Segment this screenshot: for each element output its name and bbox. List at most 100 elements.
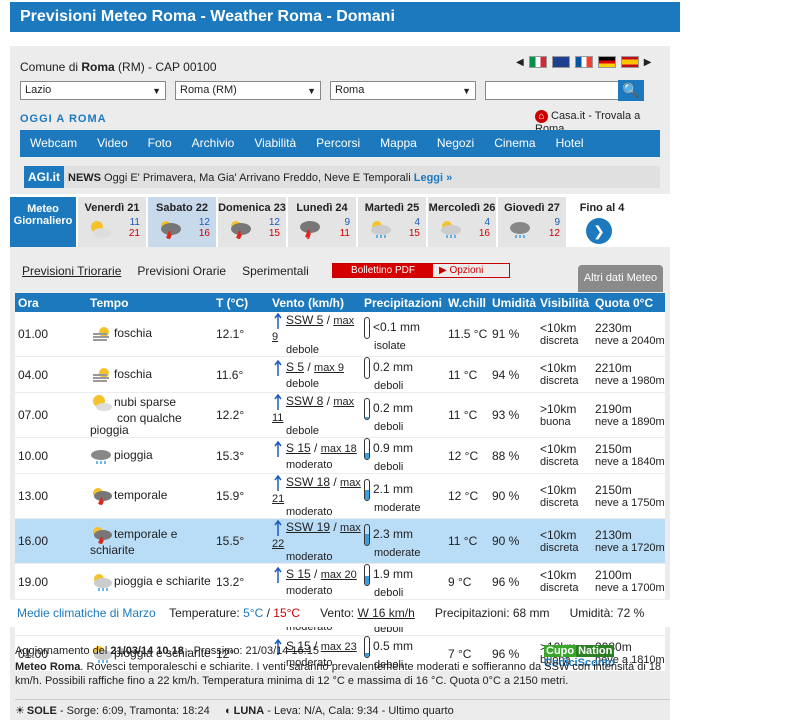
cell-vento: SSW 5 / max 9 debole bbox=[269, 312, 361, 357]
temp-text: 15.9° bbox=[216, 489, 245, 503]
ora-text: 13.00 bbox=[18, 489, 49, 503]
tab-meteo-giornaliero[interactable]: Meteo Giornaliero bbox=[10, 197, 76, 247]
nav-hotel[interactable]: Hotel bbox=[546, 130, 594, 157]
nav-percorsi[interactable]: Percorsi bbox=[306, 130, 370, 157]
day-name: Sabato 22 bbox=[156, 202, 208, 214]
cell-tempo: nubi sparse con qualche pioggia bbox=[87, 392, 213, 438]
vis-text: <10km bbox=[540, 361, 577, 375]
cell-visibilita: >10kmbuona bbox=[537, 392, 592, 438]
day-tab[interactable]: Domenica 23 12 15 bbox=[218, 197, 286, 247]
agi-logo[interactable]: AGI.it bbox=[24, 166, 64, 188]
precip-text: 2.1 mm bbox=[373, 481, 414, 496]
umidita-text: 94 % bbox=[492, 367, 520, 382]
day-max: 12 bbox=[268, 217, 280, 228]
day-tab[interactable]: Lunedì 24 9 11 bbox=[288, 197, 356, 247]
city-value: Roma bbox=[335, 84, 365, 96]
day-name: Giovedì 27 bbox=[504, 202, 560, 214]
nav-foto[interactable]: Foto bbox=[138, 130, 182, 157]
neve-text: neve a 2040m bbox=[595, 334, 665, 347]
tab-previsioni-orarie[interactable]: Previsioni Orarie bbox=[137, 264, 226, 278]
day-tab[interactable]: Giovedì 27 9 12 bbox=[498, 197, 566, 247]
search-input[interactable] bbox=[485, 81, 621, 100]
cell-quota: 2150m neve a 1750m bbox=[592, 473, 665, 519]
flags-next-icon[interactable]: ▶ bbox=[644, 57, 652, 68]
cell-temp: 12.1° bbox=[213, 312, 269, 357]
umidita-text: 96 % bbox=[492, 574, 520, 589]
table-row: 01.00 foschia 12.1° SSW 5 / max 9 debole <0.1… bbox=[15, 312, 665, 357]
table-row: 10.00 pioggia 15.3° S 15 / max 18 moderato 0.… bbox=[15, 437, 665, 474]
bollettino-bar: Bollettino PDF ▶ Opzioni bbox=[332, 263, 510, 278]
day-tab[interactable]: Mercoledì 26 4 16 bbox=[428, 197, 496, 247]
nav-archivio[interactable]: Archivio bbox=[182, 130, 245, 157]
col-visibilita: Visibilità bbox=[537, 293, 592, 312]
cell-umidita: 96 % bbox=[489, 563, 537, 600]
umidita-text: 90 % bbox=[492, 489, 520, 503]
luna-text: - Leva: N/A, Cala: 9:34 - Ultimo quarto bbox=[264, 705, 454, 717]
next-days-button[interactable]: ❯ bbox=[586, 218, 612, 244]
nav-negozi[interactable]: Negozi bbox=[427, 130, 484, 157]
cell-visibilita: <10km discreta bbox=[537, 437, 592, 474]
flags-prev-icon[interactable]: ◀ bbox=[516, 57, 524, 68]
medie-umid: Umidità: 72 % bbox=[569, 606, 645, 620]
nav-viabilita[interactable]: Viabilità bbox=[244, 130, 306, 157]
vis-desc: discreta bbox=[540, 456, 579, 468]
opzioni-button[interactable]: ▶ Opzioni bbox=[433, 264, 483, 277]
ora-text: 16.00 bbox=[18, 534, 49, 548]
province-select[interactable]: Roma (RM) ▼ bbox=[175, 81, 321, 100]
medie-bar: Medie climatiche di Marzo Temperature: 5… bbox=[10, 600, 670, 627]
nav-webcam[interactable]: Webcam bbox=[20, 130, 87, 157]
oggi-a-roma-label[interactable]: OGGI A ROMA bbox=[20, 113, 107, 125]
vento-desc: moderato bbox=[286, 551, 333, 563]
col-wchill: W.chill bbox=[445, 293, 489, 312]
day-max: 4 bbox=[414, 217, 420, 228]
col-quota: Quota 0°C bbox=[592, 293, 665, 312]
vento-max: max 9 bbox=[314, 362, 344, 375]
nav-video[interactable]: Video bbox=[87, 130, 137, 157]
temp-text: 13.2° bbox=[216, 574, 245, 589]
tab-previsioni-triorarie[interactable]: Previsioni Triorarie bbox=[22, 264, 121, 278]
sole-luna-bar: ☀ SOLE - Sorge: 6:09, Tramonta: 18:24 ◐ LU… bbox=[15, 699, 670, 717]
medie-tmin: 5°C bbox=[243, 606, 264, 620]
col-vento: Vento (km/h) bbox=[269, 293, 361, 312]
cell-vento: SSW 19 / max 22 moderato bbox=[269, 518, 361, 564]
quota-text: 2210m bbox=[595, 361, 632, 375]
day-tab[interactable]: Martedì 25 4 15 bbox=[358, 197, 426, 247]
flag-it-icon[interactable] bbox=[528, 56, 547, 68]
col-precip: Precipitazioni bbox=[361, 293, 445, 312]
tab-sperimentali[interactable]: Sperimentali bbox=[242, 264, 309, 278]
region-select[interactable]: Lazio ▼ bbox=[20, 81, 166, 100]
vis-desc: discreta bbox=[540, 582, 579, 594]
search-button[interactable]: 🔍 bbox=[618, 80, 644, 101]
altri-dati-button[interactable]: Altri dati Meteo bbox=[578, 265, 663, 292]
cell-precip: 0.9 mm deboli bbox=[361, 437, 445, 474]
vento-max: max 18 bbox=[320, 443, 357, 456]
day-tab[interactable]: Venerdì 21 11 21 bbox=[78, 197, 146, 247]
medie-link[interactable]: Medie climatiche di Marzo bbox=[17, 606, 156, 620]
storm-icon bbox=[161, 221, 181, 239]
cell-quota: 2100m neve a 1700m bbox=[592, 563, 665, 600]
city-select[interactable]: Roma ▼ bbox=[330, 81, 476, 100]
flag-es-icon[interactable] bbox=[620, 56, 639, 68]
precip-text: 0.2 mm bbox=[373, 400, 414, 415]
tempo-text: foschia bbox=[114, 366, 153, 381]
nav-mappa[interactable]: Mappa bbox=[370, 130, 427, 157]
news-read-more-link[interactable]: Leggi » bbox=[414, 172, 453, 184]
vento-desc: moderato bbox=[286, 506, 333, 518]
day-tab-selected[interactable]: Sabato 22 12 16 bbox=[148, 197, 216, 247]
ora-text: 19.00 bbox=[18, 574, 49, 589]
cell-ora: 10.00 bbox=[15, 437, 87, 474]
flag-de-icon[interactable] bbox=[597, 56, 616, 68]
flag-uk-icon[interactable] bbox=[551, 56, 570, 68]
cell-vento: SSW 8 / max 11 debole bbox=[269, 392, 361, 438]
flag-fr-icon[interactable] bbox=[574, 56, 593, 68]
nav-cinema[interactable]: Cinema bbox=[484, 130, 545, 157]
tab-fino[interactable]: Fino al 4 ❯ bbox=[568, 197, 636, 247]
forecast-panel: Previsioni Triorarie Previsioni Orarie S… bbox=[10, 247, 670, 720]
bollettino-pdf-button[interactable]: Bollettino PDF bbox=[333, 264, 433, 277]
wind-arrow-icon bbox=[274, 474, 282, 491]
cell-visibilita: <10km discreta bbox=[537, 563, 592, 600]
day-max: 9 bbox=[344, 217, 350, 228]
vento-desc: moderato bbox=[286, 585, 333, 597]
wchill-text: 7 °C bbox=[448, 646, 472, 661]
ora-text: 04.00 bbox=[18, 367, 49, 382]
